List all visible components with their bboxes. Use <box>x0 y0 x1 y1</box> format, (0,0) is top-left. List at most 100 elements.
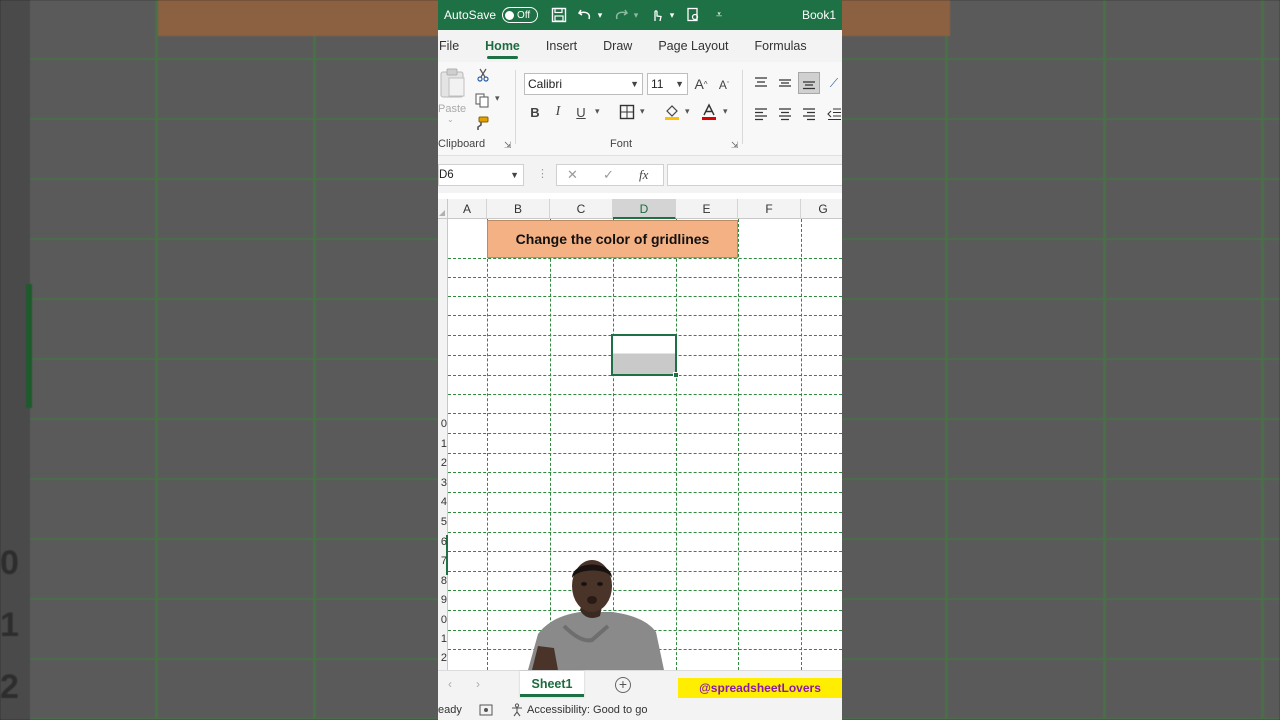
align-right-icon[interactable] <box>800 105 818 123</box>
column-header-d[interactable]: D <box>613 199 676 219</box>
gridline <box>448 277 842 278</box>
row-number: 3 <box>440 477 447 489</box>
fill-color-dropdown-icon[interactable]: ▾ <box>685 106 690 117</box>
title-cell[interactable]: Change the color of gridlines <box>487 220 738 258</box>
ribbon: Paste ⌄ ▾ Clipboard ⇲ Calibri ▼ 11 ▼ A ^ … <box>438 62 842 156</box>
save-icon[interactable] <box>550 6 568 24</box>
undo-dropdown-icon[interactable]: ▾ <box>596 6 604 24</box>
font-color-dropdown-icon[interactable]: ▾ <box>723 106 728 117</box>
creator-handle: @spreadsheetLovers <box>678 678 842 698</box>
bold-button[interactable]: B <box>527 103 543 121</box>
background-row-label: 1 <box>0 606 19 644</box>
increase-font-size-icon[interactable]: A ^ <box>692 74 710 94</box>
row-number: 4 <box>440 496 447 508</box>
add-sheet-icon[interactable]: + <box>615 677 631 693</box>
gridline <box>448 413 842 414</box>
font-size-select[interactable]: 11 ▼ <box>647 73 688 95</box>
excel-window: AutoSave Off ▾ ▾ ▾ ⩡ Book1 File Home Ins… <box>438 0 842 720</box>
gridline <box>448 492 842 493</box>
fill-color-icon[interactable] <box>663 102 681 122</box>
align-bottom-icon[interactable] <box>798 72 820 94</box>
gridline <box>448 551 842 552</box>
tab-formulas[interactable]: Formulas <box>742 30 820 62</box>
chevron-right-icon[interactable]: › <box>476 677 480 691</box>
paste-icon[interactable] <box>438 66 468 100</box>
decrease-indent-icon[interactable] <box>826 105 842 123</box>
formula-bar-resize-icon[interactable]: ⋮ <box>537 167 548 180</box>
redo-dropdown-icon[interactable]: ▾ <box>632 6 640 24</box>
chevron-down-icon: ▼ <box>630 79 639 89</box>
presenter-image <box>528 560 664 670</box>
accessibility-status[interactable]: Accessibility: Good to go <box>527 700 647 720</box>
select-all-corner[interactable] <box>438 199 448 219</box>
row-number: 6 <box>440 536 447 548</box>
column-header-c[interactable]: C <box>550 199 613 219</box>
worksheet-grid[interactable]: A B C D E F G 0 1 2 3 4 5 6 7 8 9 0 1 2 … <box>438 199 842 670</box>
align-top-icon[interactable] <box>752 74 770 92</box>
enter-icon[interactable]: ✓ <box>603 167 614 183</box>
column-header-a[interactable]: A <box>448 199 487 219</box>
active-cell[interactable] <box>611 334 679 378</box>
orientation-icon[interactable]: ⟋ <box>826 74 842 92</box>
tab-page-layout[interactable]: Page Layout <box>645 30 741 62</box>
undo-icon[interactable] <box>576 6 594 24</box>
borders-icon[interactable] <box>618 103 636 121</box>
font-group-label: Font <box>610 138 633 150</box>
copy-dropdown-icon[interactable]: ▾ <box>495 93 500 104</box>
redo-icon[interactable] <box>612 6 630 24</box>
chevron-left-icon[interactable]: ‹ <box>448 677 452 691</box>
formula-bar: D6 ▼ ⋮ ✕ ✓ fx <box>438 156 842 193</box>
formula-input[interactable] <box>667 164 842 186</box>
font-color-icon[interactable] <box>700 102 718 122</box>
column-header-f[interactable]: F <box>738 199 801 219</box>
column-header-g[interactable]: G <box>801 199 842 219</box>
customize-toolbar-icon[interactable]: ⩡ <box>710 6 728 24</box>
font-name-value: Calibri <box>528 77 563 91</box>
insert-function-icon[interactable]: fx <box>639 167 648 183</box>
copy-icon[interactable] <box>473 91 491 109</box>
background-row-label: 2 <box>0 668 19 706</box>
underline-dropdown-icon[interactable]: ▾ <box>595 106 600 117</box>
clipboard-launcher-icon[interactable]: ⇲ <box>504 140 512 151</box>
autosave-label: AutoSave <box>444 8 497 22</box>
paste-dropdown-icon[interactable]: ⌄ <box>447 115 454 124</box>
borders-dropdown-icon[interactable]: ▾ <box>640 106 645 117</box>
touch-mode-dropdown-icon[interactable]: ▾ <box>668 6 676 24</box>
tab-insert[interactable]: Insert <box>533 30 590 62</box>
gridline <box>738 219 739 670</box>
workbook-name: Book1 <box>801 8 836 22</box>
font-size-value: 11 <box>651 77 664 91</box>
column-header-e[interactable]: E <box>676 199 738 219</box>
autosave-state: Off <box>517 9 531 21</box>
sheet-tab-sheet1[interactable]: Sheet1 <box>520 671 584 697</box>
gridline <box>448 315 842 316</box>
clipboard-group-label: Clipboard <box>438 138 486 150</box>
tab-home[interactable]: Home <box>472 30 533 62</box>
decrease-font-size-icon[interactable]: Aˇ <box>716 76 732 94</box>
ribbon-tabs: File Home Insert Draw Page Layout Formul… <box>438 30 842 62</box>
align-middle-icon[interactable] <box>776 74 794 92</box>
tab-draw[interactable]: Draw <box>590 30 645 62</box>
format-painter-icon[interactable] <box>473 114 491 132</box>
cancel-icon[interactable]: ✕ <box>567 167 578 183</box>
autosave-toggle[interactable]: Off <box>502 7 539 23</box>
cut-icon[interactable] <box>474 66 492 84</box>
print-preview-icon[interactable] <box>684 6 702 24</box>
macro-record-icon[interactable] <box>479 700 493 720</box>
gridline <box>801 219 802 670</box>
font-launcher-icon[interactable]: ⇲ <box>731 140 739 151</box>
fill-handle[interactable] <box>673 372 679 378</box>
font-name-select[interactable]: Calibri ▼ <box>524 73 643 95</box>
align-center-icon[interactable] <box>776 105 794 123</box>
paste-label: Paste <box>438 103 467 115</box>
underline-button[interactable]: U <box>573 103 589 121</box>
tab-file[interactable]: File <box>438 30 472 62</box>
align-left-icon[interactable] <box>752 105 770 123</box>
row-number: 1 <box>440 438 447 450</box>
accessibility-icon[interactable] <box>510 700 524 720</box>
italic-button[interactable]: I <box>550 103 566 121</box>
touch-mode-icon[interactable] <box>648 6 666 24</box>
column-header-b[interactable]: B <box>487 199 550 219</box>
name-box[interactable]: D6 ▼ <box>438 164 524 186</box>
sheet-tabs-bar: ‹ › Sheet1 + @spreadsheetLovers <box>438 670 842 700</box>
